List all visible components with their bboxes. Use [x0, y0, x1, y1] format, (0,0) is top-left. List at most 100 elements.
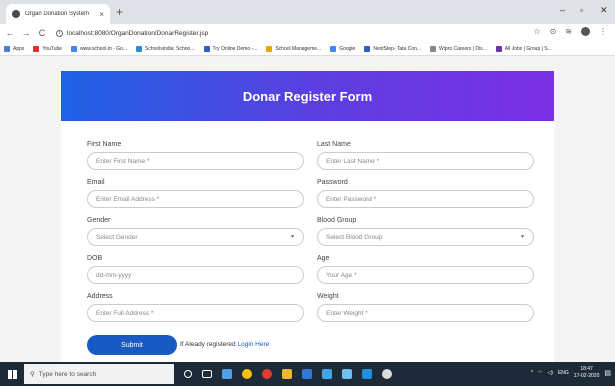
bookmark-star-icon[interactable]: ☆	[533, 27, 540, 36]
age-input[interactable]: Your Age *	[317, 266, 534, 284]
page-content: Donar Register Form First Name Enter Fir…	[0, 57, 615, 362]
taskbar-search-placeholder: Type here to search	[38, 370, 97, 378]
bookmark-item[interactable]: Google	[330, 45, 356, 52]
first-name-placeholder: Enter First Name *	[96, 157, 150, 165]
taskbar-search[interactable]: ⚲ Type here to search	[24, 364, 174, 384]
tray-up-icon[interactable]: ^	[531, 370, 533, 376]
address-placeholder: Enter Full Address *	[96, 309, 154, 317]
email-input[interactable]: Enter Email Address *	[87, 190, 304, 208]
address-group: Address Enter Full Address *	[87, 293, 304, 322]
browser-tab-bar: Organ Donation System × + – ▫ ✕	[0, 0, 615, 24]
new-tab-button[interactable]: +	[116, 5, 123, 19]
app-icon[interactable]	[282, 369, 292, 379]
vscode-icon[interactable]	[362, 369, 372, 379]
bookmark-item[interactable]: www.school.in - Go...	[71, 45, 127, 52]
url-text: localhost:8080/OrganDonation/DonarRegist…	[67, 29, 209, 37]
volume-icon[interactable]: ◁)	[547, 370, 553, 376]
maximize-button[interactable]: ▫	[580, 5, 583, 15]
dob-input[interactable]: dd-mm-yyyy	[87, 266, 304, 284]
login-prompt-text: If Aleady registered	[180, 341, 236, 348]
app-icon-2[interactable]	[382, 369, 392, 379]
windows-taskbar: ⚲ Type here to search ^ ◠ ◁) ENG 18:47 1…	[0, 362, 615, 386]
eclipse-icon[interactable]	[302, 369, 312, 379]
extension-icon-2[interactable]: ≋	[565, 27, 572, 36]
chrome-icon[interactable]	[242, 369, 252, 379]
clock-time: 18:47	[580, 366, 593, 372]
last-name-group: Last Name Enter Last Name *	[317, 141, 534, 170]
bookmark-label: YouTube	[42, 45, 63, 52]
gender-select[interactable]: Select Gender ▼	[87, 228, 304, 246]
weight-group: Weight Enter Weight *	[317, 293, 534, 322]
cortana-icon[interactable]	[184, 370, 192, 378]
site-favicon-icon	[12, 10, 20, 18]
gender-value: Select Gender	[96, 233, 138, 241]
bookmark-item[interactable]: YouTube	[33, 45, 63, 52]
bookmark-label: School Manageme...	[275, 45, 322, 52]
close-window-button[interactable]: ✕	[600, 5, 608, 16]
last-name-input[interactable]: Enter Last Name *	[317, 152, 534, 170]
opera-icon[interactable]	[262, 369, 272, 379]
menu-icon[interactable]: ⋮	[599, 27, 607, 36]
dob-group: DOB dd-mm-yyyy	[87, 255, 304, 284]
first-name-input[interactable]: Enter First Name *	[87, 152, 304, 170]
bookmark-label: Try Online Demo -...	[212, 45, 258, 52]
address-input[interactable]: Enter Full Address *	[87, 304, 304, 322]
forward-button[interactable]: →	[20, 28, 32, 38]
reload-button[interactable]: C	[36, 28, 48, 38]
extension-icon[interactable]: ⊙	[550, 27, 557, 36]
email-group: Email Enter Email Address *	[87, 179, 304, 208]
login-link[interactable]: Login Here	[237, 341, 269, 348]
network-icon[interactable]: ◠	[538, 370, 542, 376]
password-input[interactable]: Enter Password *	[317, 190, 534, 208]
bookmark-favicon-icon	[33, 45, 40, 52]
submit-button[interactable]: Submit	[87, 335, 177, 355]
store-icon[interactable]	[322, 369, 332, 379]
age-placeholder: Your Age *	[326, 271, 357, 279]
bookmark-item[interactable]: NextStep- Tata Con...	[364, 45, 421, 52]
blood-group-group: Blood Group Select Blood Group ▼	[317, 217, 534, 246]
back-button[interactable]: ←	[4, 28, 16, 38]
bookmark-item[interactable]: Schoolsindia: Schoo...	[136, 45, 195, 52]
browser-tab[interactable]: Organ Donation System ×	[6, 4, 110, 24]
gender-label: Gender	[87, 217, 111, 224]
blood-group-select[interactable]: Select Blood Group ▼	[317, 228, 534, 246]
start-button[interactable]	[0, 362, 24, 386]
clock[interactable]: 18:47 17-02-2020	[574, 366, 600, 380]
bookmark-item[interactable]: Apps	[4, 45, 24, 52]
bookmark-label: Google	[339, 45, 356, 52]
taskbar-apps	[184, 369, 392, 379]
bookmark-favicon-icon	[136, 45, 143, 52]
url-field[interactable]: i localhost:8080/OrganDonation/DonarRegi…	[56, 29, 209, 37]
minimize-button[interactable]: –	[560, 5, 565, 15]
task-view-icon[interactable]	[202, 370, 212, 378]
gender-group: Gender Select Gender ▼	[87, 217, 304, 246]
register-form-card: Donar Register Form First Name Enter Fir…	[61, 71, 554, 362]
weight-placeholder: Enter Weight *	[326, 309, 368, 317]
info-icon[interactable]: i	[56, 29, 63, 37]
form-title: Donar Register Form	[242, 88, 373, 104]
email-placeholder: Enter Email Address *	[96, 195, 160, 203]
bookmark-item[interactable]: All Jobs | Group | S...	[495, 45, 552, 52]
password-label: Password	[317, 179, 348, 186]
notification-icon[interactable]: ▤	[604, 369, 611, 377]
form-header: Donar Register Form	[61, 71, 554, 121]
tab-close-icon[interactable]: ×	[99, 10, 104, 19]
clock-date: 17-02-2020	[573, 373, 600, 379]
bookmark-favicon-icon	[495, 45, 502, 52]
address-bar-actions: ☆ ⊙ ≋ ⋮	[533, 27, 607, 36]
age-group: Age Your Age *	[317, 255, 534, 284]
weight-input[interactable]: Enter Weight *	[317, 304, 534, 322]
bookmark-item[interactable]: Wipro Careers | Dis...	[430, 45, 487, 52]
mail-icon[interactable]	[342, 369, 352, 379]
password-placeholder: Enter Password *	[326, 195, 377, 203]
age-label: Age	[317, 255, 330, 262]
dob-placeholder: dd-mm-yyyy	[96, 271, 132, 279]
bookmark-item[interactable]: School Manageme...	[266, 45, 322, 52]
bookmark-favicon-icon	[430, 45, 437, 52]
profile-avatar[interactable]	[581, 27, 590, 36]
bookmark-item[interactable]: Try Online Demo -...	[203, 45, 258, 52]
tray-language[interactable]: ENG	[558, 370, 569, 376]
file-explorer-icon[interactable]	[222, 369, 232, 379]
system-tray: ^ ◠ ◁) ENG 18:47 17-02-2020 ▤	[531, 366, 611, 380]
bookmark-favicon-icon	[203, 45, 210, 52]
